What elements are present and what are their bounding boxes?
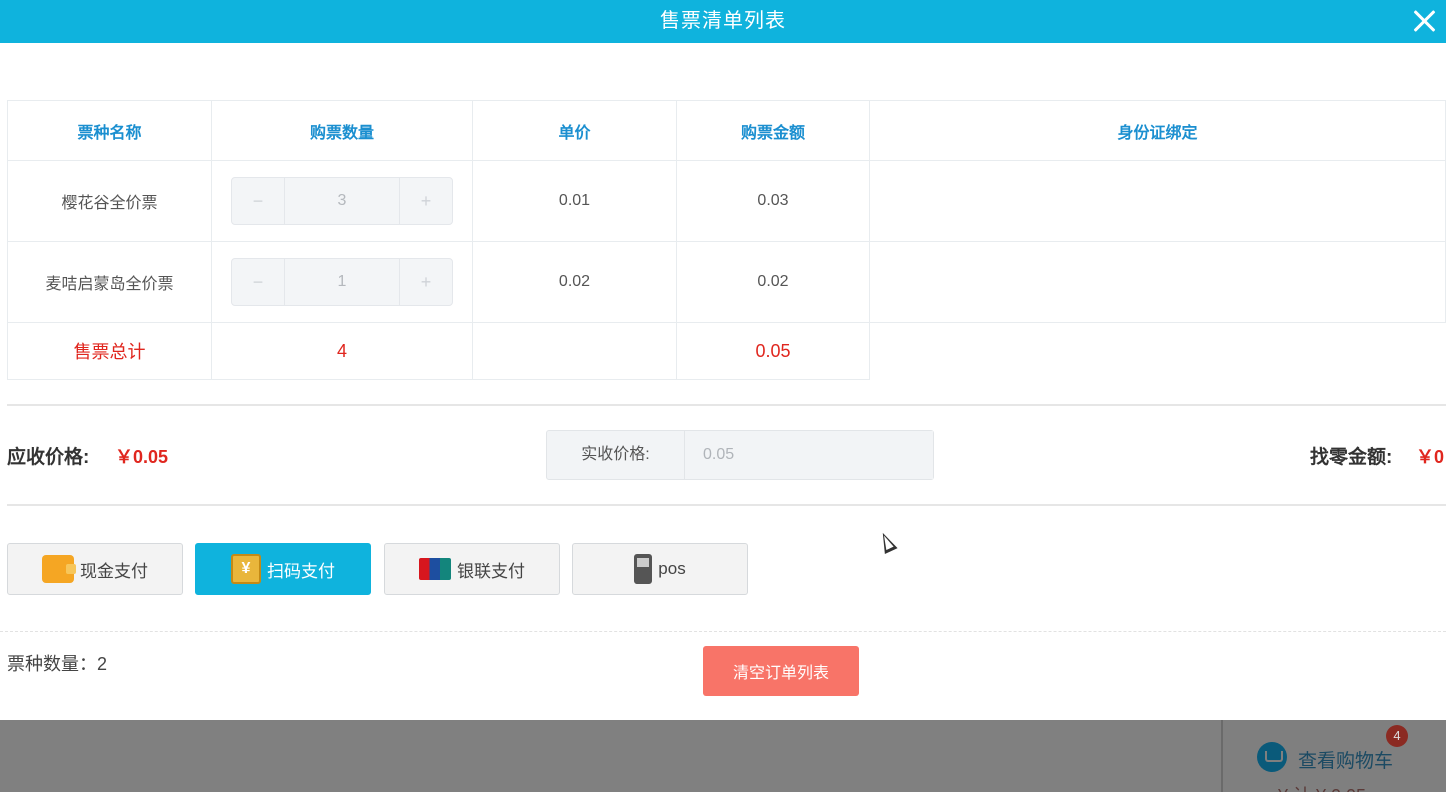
header-unit-price: 单价	[472, 100, 677, 161]
payment-label: 现金支付	[80, 561, 148, 581]
quantity-value[interactable]: 3	[284, 178, 400, 224]
divider	[7, 404, 1446, 406]
pos-payment-button[interactable]: pos	[572, 543, 748, 595]
scan-qr-icon: ¥	[231, 554, 261, 584]
decrement-button[interactable]: −	[232, 259, 284, 305]
header-amount: 购票金额	[676, 100, 870, 161]
increment-button[interactable]: +	[400, 178, 452, 224]
table-header-row: 票种名称 购票数量 单价 购票金额 身份证绑定	[7, 100, 1446, 161]
total-row: 售票总计 4 0.05	[7, 322, 1446, 380]
total-label: 售票总计	[7, 322, 212, 380]
payment-label: 扫码支付	[267, 561, 335, 581]
actual-price-label: 实收价格:	[547, 431, 685, 479]
unit-price: 0.01	[472, 160, 677, 242]
payment-label: pos	[658, 559, 686, 578]
actual-price-input[interactable]	[685, 431, 933, 479]
header-id-binding: 身份证绑定	[869, 100, 1446, 161]
unit-price: 0.02	[472, 241, 677, 323]
unionpay-payment-button[interactable]: 银联支付	[384, 543, 560, 595]
scan-payment-button[interactable]: ¥ 扫码支付	[195, 543, 371, 595]
ticket-type-count: 票种数量：2	[7, 654, 108, 674]
ticket-name: 樱花谷全价票	[7, 160, 212, 242]
unionpay-icon	[419, 558, 451, 580]
wallet-icon	[42, 555, 76, 583]
total-quantity: 4	[211, 322, 473, 380]
due-price-label: 应收价格:	[7, 447, 90, 468]
header-quantity: 购票数量	[211, 100, 473, 161]
due-price-value: ￥0.05	[115, 447, 169, 467]
quantity-value[interactable]: 1	[284, 259, 400, 305]
cart-icon	[1257, 742, 1287, 772]
cart-count-badge: 4	[1386, 725, 1408, 747]
payment-label: 银联支付	[457, 561, 525, 581]
modal-title: 售票清单列表	[660, 10, 786, 32]
divider	[7, 504, 1446, 506]
total-blank	[869, 322, 1446, 380]
table-row: 樱花谷全价票 − 3 + 0.01 0.03	[7, 160, 1446, 242]
quantity-cell: − 3 +	[211, 160, 473, 242]
quantity-stepper: − 1 +	[231, 258, 453, 306]
actual-price-group: 实收价格:	[546, 430, 934, 480]
amount: 0.02	[676, 241, 870, 323]
total-amount: 0.05	[676, 322, 870, 380]
header-ticket-name: 票种名称	[7, 100, 212, 161]
dashed-divider	[0, 631, 1446, 632]
pos-terminal-icon	[634, 554, 653, 584]
table-row: 麦咭启蒙岛全价票 − 1 + 0.02 0.02	[7, 241, 1446, 323]
id-binding-cell	[869, 160, 1446, 242]
price-row: 应收价格: ￥0.05 实收价格: 找零金额: ￥0	[0, 430, 1446, 480]
quantity-stepper: − 3 +	[231, 177, 453, 225]
cart-subtotal: ¥ 计 ¥ 0.05	[1278, 782, 1366, 792]
amount: 0.03	[676, 160, 870, 242]
total-empty-cell	[472, 322, 677, 380]
ticket-list-modal: 售票清单列表 票种名称 购票数量 单价 购票金额 身份证绑定 樱花谷全价票 − …	[0, 0, 1446, 720]
cart-panel[interactable]: 查看购物车 4 ¥ 计 ¥ 0.05	[1221, 720, 1446, 792]
mouse-cursor-icon	[876, 529, 898, 555]
decrement-button[interactable]: −	[232, 178, 284, 224]
ticket-table: 票种名称 购票数量 单价 购票金额 身份证绑定 樱花谷全价票 − 3 + 0.0…	[7, 100, 1446, 380]
view-cart-label: 查看购物车	[1298, 751, 1394, 772]
cash-payment-button[interactable]: 现金支付	[7, 543, 183, 595]
clear-order-button[interactable]: 清空订单列表	[703, 646, 859, 696]
change-amount-label: 找零金额:	[1310, 447, 1393, 468]
id-binding-cell	[869, 241, 1446, 323]
close-icon[interactable]	[1408, 5, 1440, 37]
increment-button[interactable]: +	[400, 259, 452, 305]
modal-header: 售票清单列表	[0, 0, 1446, 43]
ticket-name: 麦咭启蒙岛全价票	[7, 241, 212, 323]
change-amount-value: ￥0	[1416, 447, 1445, 467]
quantity-cell: − 1 +	[211, 241, 473, 323]
